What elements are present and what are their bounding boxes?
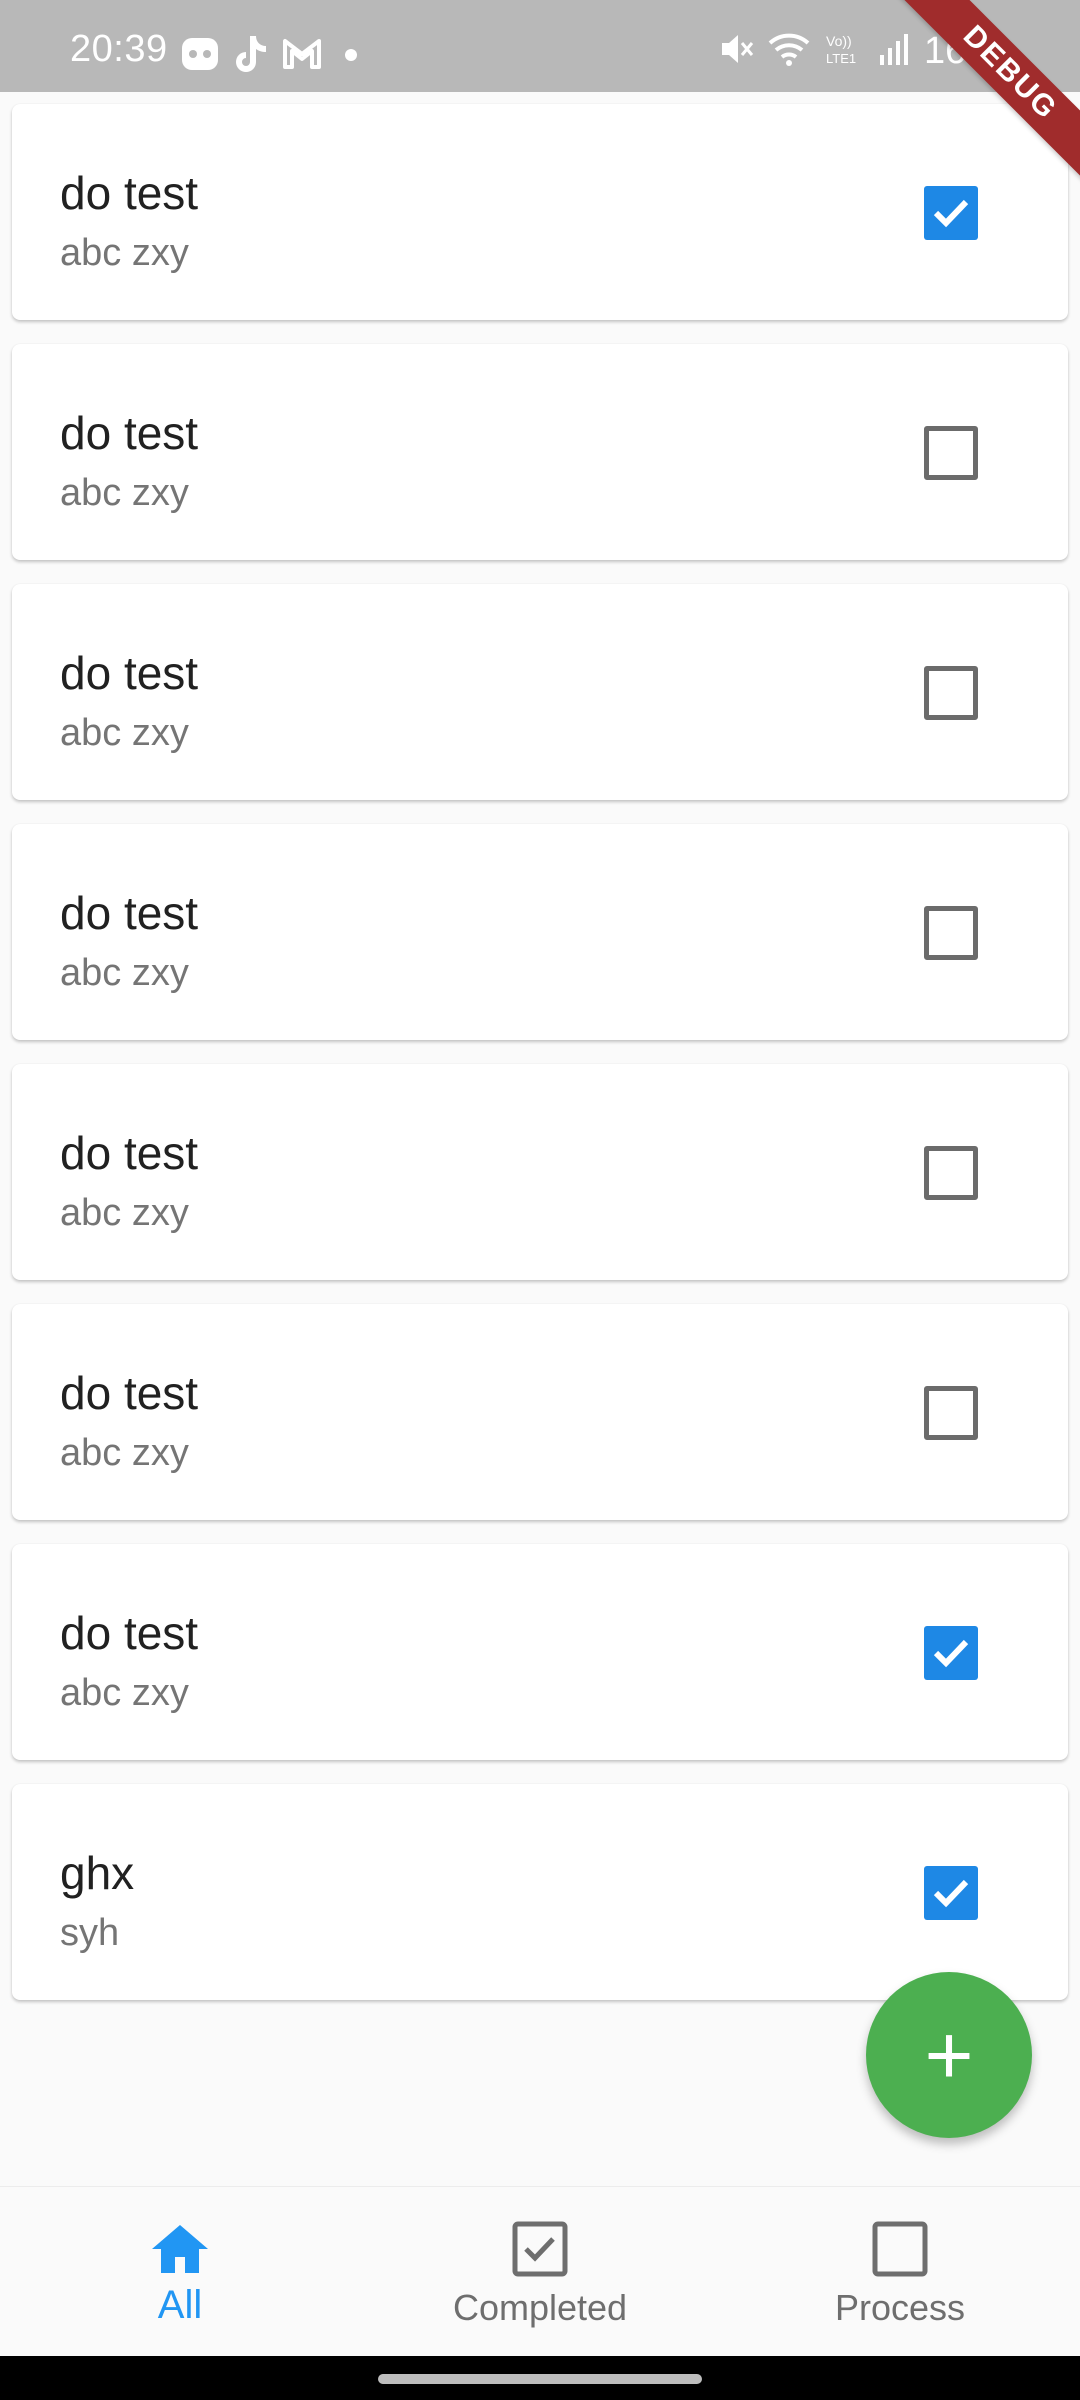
todo-subtitle: syh — [60, 1912, 120, 1954]
todo-checkbox[interactable] — [924, 1866, 978, 1920]
todo-card[interactable]: ghx syh — [12, 1784, 1068, 2000]
todo-title: do test — [60, 1607, 199, 1659]
todo-checkbox[interactable] — [924, 1146, 978, 1200]
todo-subtitle: abc zxy — [60, 1432, 189, 1474]
nav-label-process: Process — [834, 2287, 966, 2328]
bottom-nav: All Completed Process — [0, 2186, 1080, 2357]
todo-card[interactable]: do test abc zxy — [12, 104, 1068, 320]
todo-checkbox[interactable] — [924, 1626, 978, 1680]
todo-checkbox[interactable] — [924, 666, 978, 720]
todo-subtitle: abc zxy — [60, 712, 189, 754]
nav-item-process[interactable]: Process — [720, 2187, 1080, 2357]
todo-title: do test — [60, 1127, 199, 1179]
nav-label-all: All — [157, 2283, 203, 2327]
gmail-icon — [282, 37, 322, 71]
todo-title: do test — [60, 1367, 199, 1419]
system-nav-bar — [0, 2356, 1080, 2400]
todo-card[interactable]: do test abc zxy — [12, 1544, 1068, 1760]
wifi-icon — [768, 31, 810, 72]
todo-checkbox[interactable] — [924, 426, 978, 480]
signal-icon — [878, 31, 910, 72]
todo-title: do test — [60, 407, 199, 459]
todo-card[interactable]: do test abc zxy — [12, 824, 1068, 1040]
dot-icon — [336, 39, 366, 69]
nav-label-completed: Completed — [452, 2287, 628, 2328]
todo-subtitle: abc zxy — [60, 232, 189, 274]
todo-title: do test — [60, 167, 199, 219]
todo-subtitle: abc zxy — [60, 1672, 189, 1714]
todo-subtitle: abc zxy — [60, 1192, 189, 1234]
todo-subtitle: abc zxy — [60, 472, 189, 514]
todo-title: ghx — [60, 1847, 135, 1899]
add-todo-button[interactable]: + — [866, 1972, 1032, 2138]
todo-title: do test — [60, 647, 199, 699]
todo-card[interactable]: do test abc zxy — [12, 344, 1068, 560]
nav-item-completed[interactable]: Completed — [360, 2187, 720, 2357]
todo-title: do test — [60, 887, 199, 939]
volte-icon: Vo)) LTE1 — [824, 31, 864, 72]
todo-card[interactable]: do test abc zxy — [12, 1064, 1068, 1280]
todo-card[interactable]: do test abc zxy — [12, 1304, 1068, 1520]
svg-text:LTE1: LTE1 — [826, 51, 856, 66]
plus-icon: + — [924, 2008, 974, 2102]
todo-checkbox[interactable] — [924, 906, 978, 960]
todo-subtitle: abc zxy — [60, 952, 189, 994]
svg-text:Vo)): Vo)) — [826, 33, 852, 49]
game-controller-icon — [180, 34, 220, 74]
status-notification-icons — [180, 34, 366, 74]
tiktok-icon — [234, 34, 268, 74]
mute-icon — [718, 31, 754, 72]
todo-checkbox[interactable] — [924, 1386, 978, 1440]
nav-item-all[interactable]: All — [0, 2187, 360, 2357]
status-time: 20:39 — [70, 28, 168, 70]
todo-card[interactable]: do test abc zxy — [12, 584, 1068, 800]
todo-checkbox[interactable] — [924, 186, 978, 240]
home-indicator[interactable] — [378, 2374, 702, 2384]
